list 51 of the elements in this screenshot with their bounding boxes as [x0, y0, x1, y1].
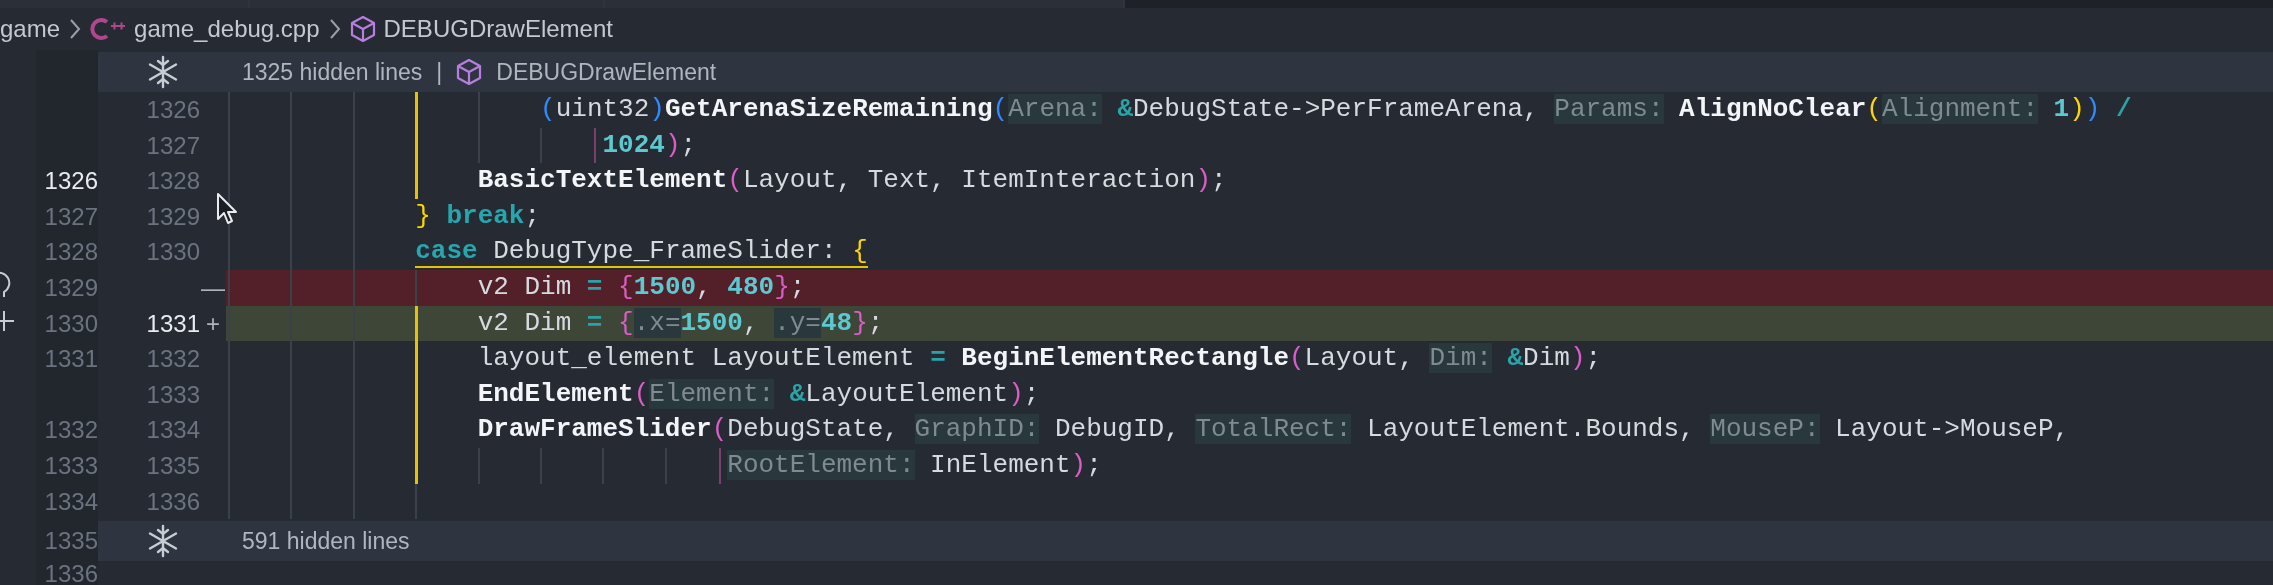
line-number: 1329	[146, 202, 200, 230]
code-line: } break;	[415, 200, 541, 231]
diff-marker: —	[201, 273, 225, 301]
cube-icon	[349, 15, 376, 43]
line-number: 1335	[146, 451, 200, 479]
code-line: layout_element LayoutElement = BeginElementRectangle(Layout, Dim: &Dim);	[477, 343, 1602, 374]
separator: |	[436, 58, 443, 87]
chevron-icon	[327, 18, 342, 40]
hidden-lines-label: 591 hidden lines	[242, 527, 410, 557]
cpp-icon	[90, 17, 127, 41]
line-number: 1335	[44, 527, 98, 555]
line-number: 1329	[44, 273, 98, 301]
hidden-lines-label: 1325 hidden lines	[242, 58, 423, 87]
code-line: DrawFrameSlider(DebugState, GraphID: DebugID, TotalRect: LayoutElement.Bounds, MouseP: Layout->MouseP,	[477, 414, 2070, 445]
code-line: BasicTextElement(Layout, Text, ItemInteraction);	[477, 165, 1227, 196]
line-number: 1334	[146, 416, 200, 444]
line-number: 1336	[146, 487, 200, 515]
line-number: 1330	[44, 309, 98, 337]
diff-marker: +	[206, 309, 220, 337]
line-number: 1333	[44, 451, 98, 479]
cursor-icon	[216, 192, 238, 226]
line-number: 1334	[44, 487, 98, 515]
unfold-icon	[146, 524, 180, 559]
line-number: 1328	[44, 238, 98, 266]
code-line: 1024);	[602, 129, 697, 160]
line-number: 1332	[44, 416, 98, 444]
line-number: 1333	[146, 380, 200, 408]
folded-lines-bar[interactable]: 1325 hidden lines | DEBUGDrawElement	[98, 52, 2273, 92]
code-line: (uint32)GetArenaSizeRemaining(Arena: &DebugState->PerFrameArena, Params: AlignNoClear(Alignment: 1)) /	[540, 94, 2132, 124]
line-number: 1326	[146, 96, 200, 123]
cube-icon	[456, 58, 483, 86]
code-line: v2 Dim = {1500, 480};	[477, 271, 806, 302]
line-number: 1330	[146, 238, 200, 266]
unfold-icon	[146, 55, 180, 89]
symbol-name: DEBUGDrawElement	[496, 58, 717, 87]
line-number: 1328	[146, 167, 200, 195]
symbol-crumb[interactable]: DEBUGDrawElement	[383, 11, 613, 47]
line-number: 1331	[146, 309, 200, 337]
line-number: 1326	[44, 167, 98, 195]
line-number: 1331	[44, 345, 98, 373]
file-crumb[interactable]: game_debug.cpp	[134, 11, 320, 47]
line-number: 1332	[146, 345, 200, 373]
line-number: 1327	[146, 131, 200, 159]
folder-crumb[interactable]: game	[0, 11, 61, 47]
line-number: 1327	[44, 202, 98, 230]
code-line: EndElement(Element: &LayoutElement);	[477, 378, 1040, 409]
folded-lines-bar[interactable]: 591 hidden lines	[98, 521, 2273, 562]
code-line: case DebugType_FrameSlider: {	[415, 236, 868, 269]
code-line: v2 Dim = {.x=1500, .y=48};	[477, 307, 884, 338]
chevron-icon	[68, 18, 83, 40]
line-number: 1336	[44, 560, 98, 585]
